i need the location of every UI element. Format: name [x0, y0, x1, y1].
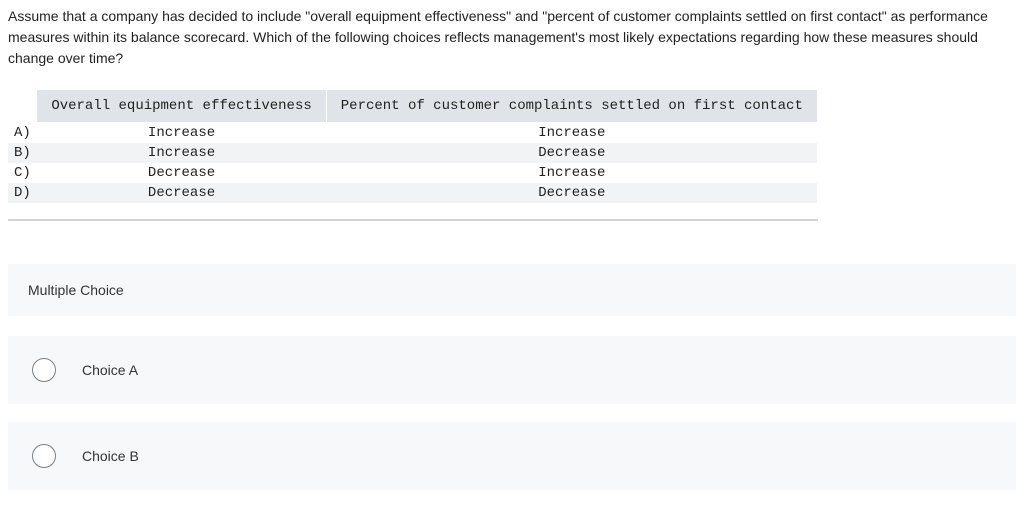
options-table-wrap: Overall equipment effectiveness Percent … — [8, 89, 818, 221]
row-label: D) — [8, 183, 37, 203]
cell: Decrease — [326, 143, 817, 163]
cell: Increase — [37, 143, 326, 163]
cell: Increase — [326, 123, 817, 144]
option-b-row[interactable]: Choice B — [8, 422, 1016, 490]
cell: Increase — [37, 123, 326, 144]
table-header-col1: Overall equipment effectiveness — [37, 90, 326, 123]
multiple-choice-heading: Multiple Choice — [28, 282, 996, 298]
cell: Increase — [326, 163, 817, 183]
options-table: Overall equipment effectiveness Percent … — [8, 89, 818, 203]
table-row: A) Increase Increase — [8, 123, 817, 144]
cell: Decrease — [37, 163, 326, 183]
option-a-row[interactable]: Choice A — [8, 336, 1016, 404]
option-a-label: Choice A — [82, 362, 138, 378]
table-header-col2: Percent of customer complaints settled o… — [326, 90, 817, 123]
table-corner — [8, 90, 37, 123]
table-row: D) Decrease Decrease — [8, 183, 817, 203]
question-text: Assume that a company has decided to inc… — [8, 6, 1016, 69]
table-row: C) Decrease Increase — [8, 163, 817, 183]
table-row: B) Increase Decrease — [8, 143, 817, 163]
row-label: C) — [8, 163, 37, 183]
option-b-label: Choice B — [82, 448, 139, 464]
row-label: B) — [8, 143, 37, 163]
radio-button-a[interactable] — [32, 358, 56, 382]
radio-button-b[interactable] — [32, 444, 56, 468]
cell: Decrease — [37, 183, 326, 203]
cell: Decrease — [326, 183, 817, 203]
row-label: A) — [8, 123, 37, 144]
multiple-choice-heading-block: Multiple Choice — [8, 264, 1016, 316]
